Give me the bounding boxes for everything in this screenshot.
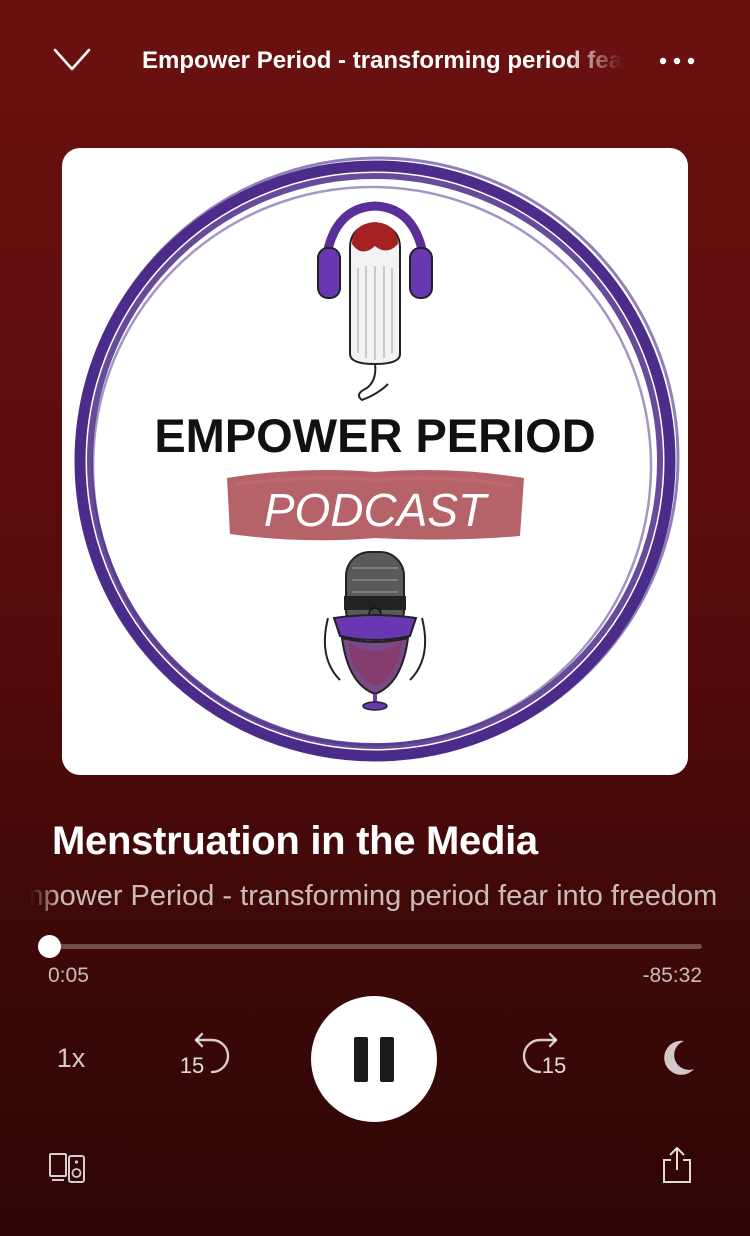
rewind-label: 15 <box>180 1053 204 1078</box>
artwork-subtitle-text: PODCAST <box>264 484 489 536</box>
connect-devices-button[interactable] <box>48 1150 88 1186</box>
skip-back-15-button[interactable]: 15 <box>172 1030 234 1082</box>
more-options-button[interactable] <box>650 44 704 78</box>
microphone-illustration <box>323 551 427 711</box>
forward-label: 15 <box>542 1053 566 1078</box>
episode-title: Menstruation in the Media <box>52 819 538 863</box>
share-icon <box>663 1147 691 1183</box>
progress-bar[interactable] <box>37 935 702 958</box>
artwork-title-text: EMPOWER PERIOD <box>154 409 595 462</box>
headphones-illustration <box>317 201 433 402</box>
elapsed-time: 0:05 <box>48 964 89 987</box>
forward-15-icon: 15 <box>522 1032 566 1078</box>
remaining-time: -85:32 <box>642 964 702 987</box>
chevron-down-icon <box>53 48 91 71</box>
share-button[interactable] <box>660 1144 694 1186</box>
pause-icon <box>354 1037 368 1082</box>
collapse-button[interactable] <box>50 40 94 80</box>
moon-icon <box>664 1040 694 1075</box>
pause-button[interactable] <box>311 996 437 1122</box>
show-name[interactable]: Empower Period - transforming period fea… <box>0 874 750 918</box>
skip-forward-15-button[interactable]: 15 <box>518 1030 580 1082</box>
podcast-artwork: EMPOWER PERIOD PODCAST <box>62 148 688 775</box>
devices-icon <box>49 1153 85 1183</box>
rewind-15-icon: 15 <box>180 1032 230 1078</box>
playback-speed-button[interactable]: 1x <box>44 1035 98 1081</box>
more-horizontal-icon <box>659 57 695 65</box>
header-title: Empower Period - transforming period fea… <box>142 47 622 74</box>
sleep-timer-button[interactable] <box>654 1035 700 1081</box>
progress-handle[interactable] <box>37 935 61 958</box>
